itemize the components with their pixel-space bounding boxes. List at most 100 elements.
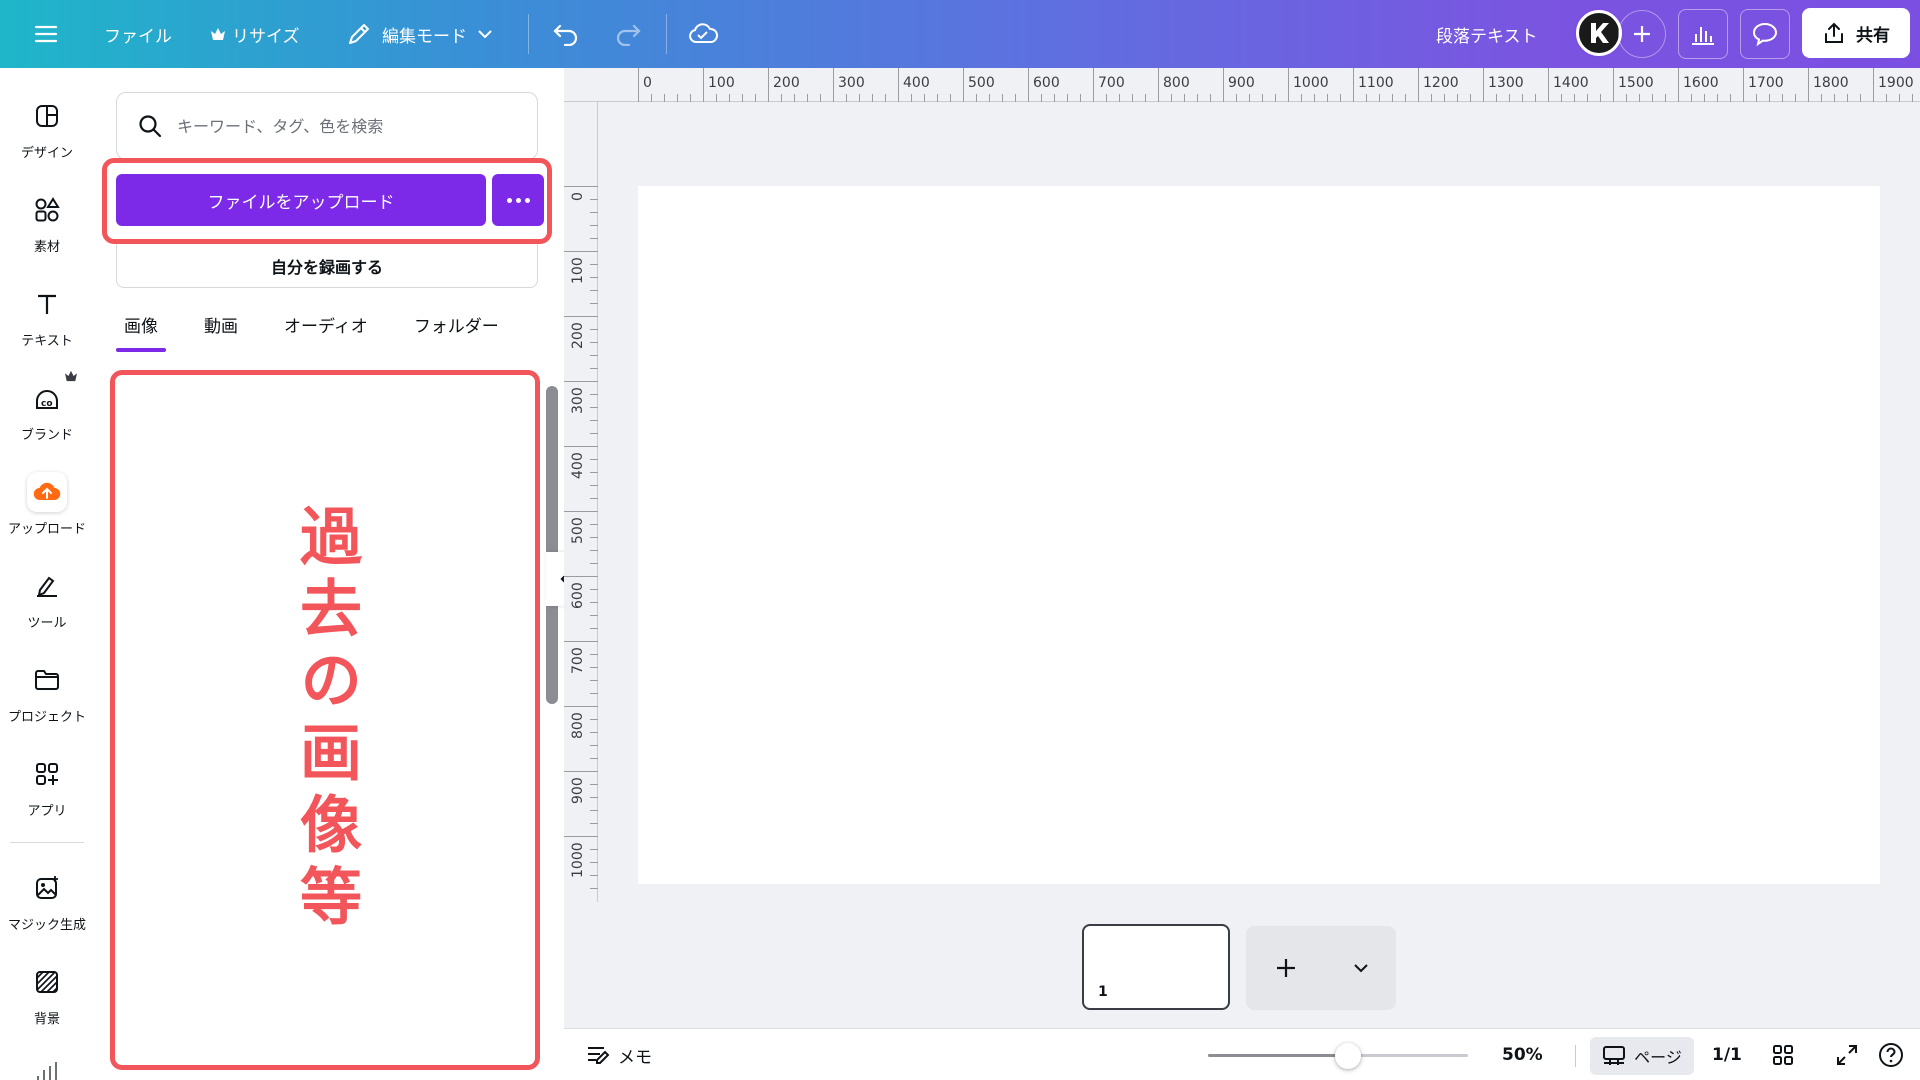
panel-scrollbar[interactable]: [546, 386, 558, 704]
ruler-minor-tick: [1912, 94, 1913, 102]
ruler-tick: [1288, 68, 1289, 102]
chevron-down-icon[interactable]: [1353, 963, 1369, 973]
ruler-label: 900: [1228, 75, 1255, 91]
ruler-minor-tick: [820, 94, 821, 102]
ruler-minor-tick: [976, 94, 977, 102]
add-page-plus-icon[interactable]: [1273, 955, 1299, 981]
page-thumbnail[interactable]: 1: [1082, 924, 1230, 1010]
search-input[interactable]: [177, 116, 517, 136]
ruler-minor-tick: [1080, 94, 1081, 102]
pages-view-button[interactable]: ページ: [1590, 1037, 1694, 1075]
ruler-minor-tick: [1236, 94, 1237, 102]
redo-button[interactable]: [614, 0, 642, 68]
rail-more-icon[interactable]: [34, 1058, 60, 1080]
comment-icon: [1752, 22, 1778, 47]
page-counter[interactable]: 1/1: [1712, 1029, 1742, 1080]
search-box[interactable]: [116, 92, 538, 160]
ruler-minor-tick: [872, 94, 873, 102]
user-avatar[interactable]: [1576, 10, 1622, 56]
ruler-minor-tick: [1015, 94, 1016, 102]
ruler-minor-tick: [590, 745, 598, 746]
ruler-minor-tick: [590, 680, 598, 681]
notes-label: メモ: [618, 1047, 652, 1068]
ruler-minor-tick: [1691, 94, 1692, 102]
rail-item-background[interactable]: 背景: [0, 962, 94, 1027]
paragraph-text-label: 段落テキスト: [1436, 26, 1538, 47]
record-yourself-button[interactable]: 自分を録画する: [116, 244, 538, 288]
rail-item-apps[interactable]: アプリ: [0, 754, 94, 819]
zoom-slider[interactable]: [1208, 1043, 1468, 1069]
ruler-minor-tick: [590, 784, 598, 785]
cloud-save-status[interactable]: [688, 0, 718, 68]
zoom-slider-fill: [1208, 1054, 1338, 1057]
resize-menu[interactable]: リサイズ: [210, 0, 300, 68]
ruler-tick: [564, 446, 598, 447]
design-canvas-page[interactable]: [638, 186, 1880, 884]
apps-icon: [27, 754, 67, 794]
ruler-minor-tick: [590, 602, 598, 603]
rail-item-text[interactable]: テキスト: [0, 284, 94, 349]
undo-button[interactable]: [552, 0, 580, 68]
edit-mode-dropdown[interactable]: 編集モード: [346, 0, 493, 68]
ruler-minor-tick: [1210, 94, 1211, 102]
ruler-label: 900: [570, 777, 586, 804]
ruler-tick: [564, 706, 598, 707]
rail-item-elements[interactable]: 素材: [0, 190, 94, 255]
rail-item-projects[interactable]: プロジェクト: [0, 660, 94, 725]
tab-images[interactable]: 画像: [116, 312, 166, 352]
ruler-minor-tick: [950, 94, 951, 102]
rail-item-tools[interactable]: ツール: [0, 566, 94, 631]
ruler-minor-tick: [989, 94, 990, 102]
ruler-minor-tick: [590, 693, 598, 694]
ruler-minor-tick: [590, 212, 598, 213]
bottom-bar: メモ 50% ページ 1/1: [564, 1028, 1920, 1080]
invite-button[interactable]: [1618, 10, 1666, 58]
zoom-slider-handle[interactable]: [1335, 1043, 1361, 1069]
fullscreen-button[interactable]: [1836, 1029, 1858, 1080]
rail-item-design[interactable]: デザイン: [0, 96, 94, 161]
ruler-minor-tick: [1314, 94, 1315, 102]
notes-button[interactable]: メモ: [586, 1029, 652, 1080]
ruler-minor-tick: [1886, 94, 1887, 102]
ruler-label: 700: [570, 647, 586, 674]
comment-button[interactable]: [1740, 9, 1790, 59]
ruler-label: 1900: [1878, 75, 1914, 91]
uploads-panel: ファイルをアップロード 自分を録画する 画像 動画 オーディオ フォルダー 過去…: [94, 68, 564, 1080]
paragraph-text-indicator[interactable]: 段落テキスト: [1436, 0, 1538, 68]
text-icon: [27, 284, 67, 324]
share-button[interactable]: 共有: [1802, 8, 1910, 58]
help-icon: [1879, 1043, 1903, 1067]
notes-icon: [588, 1047, 610, 1064]
rail-item-magic-media[interactable]: マジック生成: [0, 868, 94, 933]
upload-more-options-button[interactable]: [492, 174, 544, 226]
ruler-minor-tick: [1561, 94, 1562, 102]
upload-files-button[interactable]: ファイルをアップロード: [116, 174, 486, 226]
rail-item-uploads[interactable]: アップロード: [0, 472, 94, 537]
grid-view-button[interactable]: [1772, 1029, 1794, 1080]
ruler-tick: [1808, 68, 1809, 102]
tab-folders[interactable]: フォルダー: [406, 312, 507, 352]
media-tabs: 画像 動画 オーディオ フォルダー: [116, 312, 507, 352]
ruler-minor-tick: [590, 810, 598, 811]
insights-button[interactable]: [1678, 9, 1728, 59]
help-button[interactable]: [1878, 1029, 1904, 1080]
zoom-level[interactable]: 50%: [1502, 1029, 1543, 1080]
ruler-minor-tick: [755, 94, 756, 102]
share-label: 共有: [1856, 25, 1890, 46]
upload-files-label: ファイルをアップロード: [207, 192, 395, 213]
menu-button[interactable]: [34, 0, 58, 68]
ruler-minor-tick: [590, 433, 598, 434]
ruler-minor-tick: [590, 225, 598, 226]
more-dot: [515, 197, 521, 203]
ruler-minor-tick: [1054, 94, 1055, 102]
ruler-tick: [1548, 68, 1549, 102]
ruler-label: 1000: [570, 842, 586, 878]
ruler-minor-tick: [590, 277, 598, 278]
tab-audio[interactable]: オーディオ: [276, 312, 376, 352]
ruler-minor-tick: [1145, 94, 1146, 102]
file-menu[interactable]: ファイル: [104, 0, 172, 68]
ruler-minor-tick: [590, 368, 598, 369]
file-menu-label: ファイル: [104, 26, 172, 47]
tab-videos[interactable]: 動画: [196, 312, 246, 352]
rail-item-brand[interactable]: co ブランド: [0, 370, 94, 443]
